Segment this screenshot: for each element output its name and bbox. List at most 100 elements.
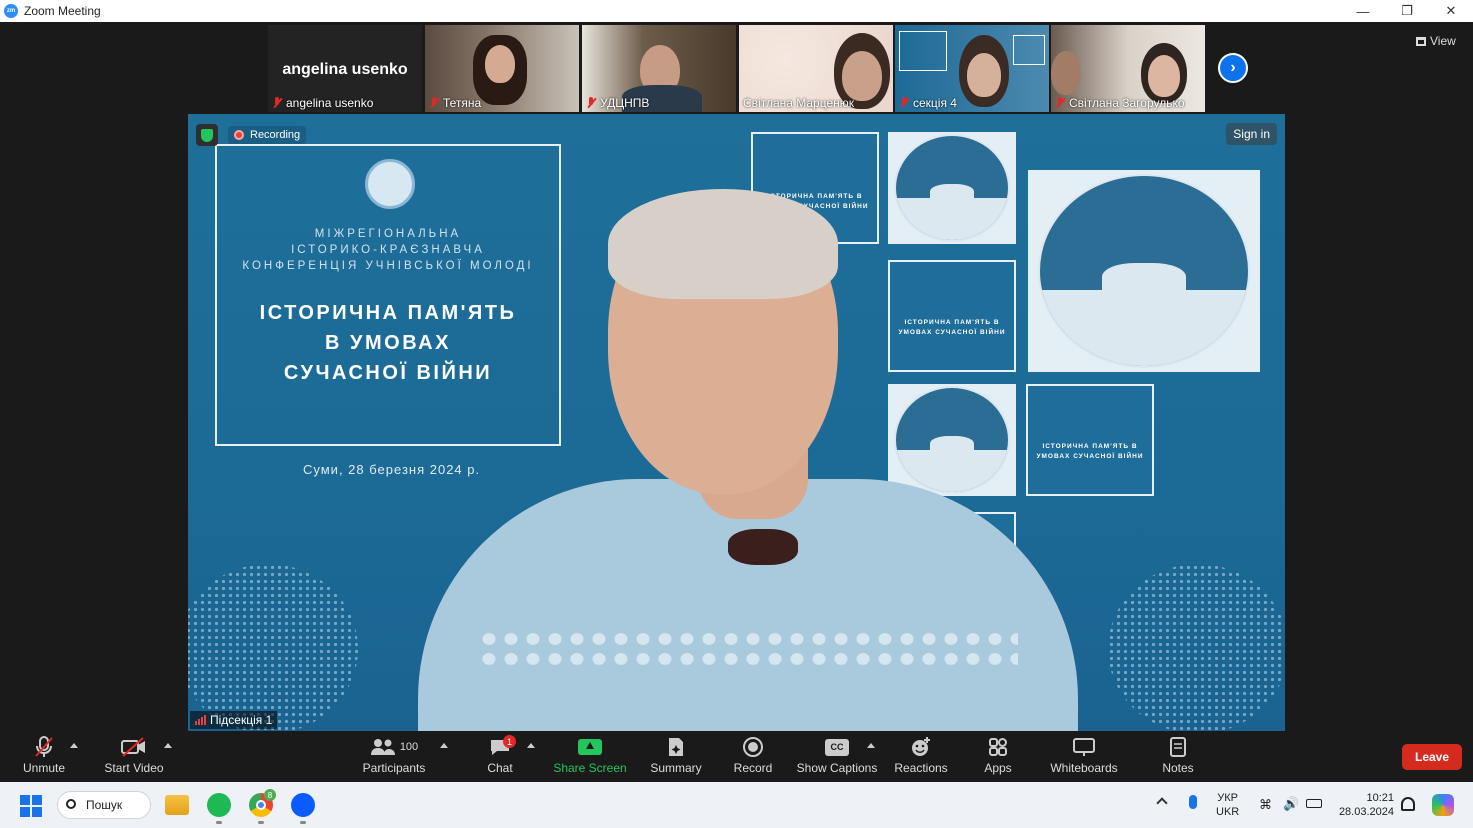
- unmute-label: Unmute: [22, 761, 66, 775]
- notifications-icon[interactable]: [1401, 797, 1415, 811]
- notes-button[interactable]: Notes: [1160, 734, 1196, 775]
- signal-bars-icon: [195, 715, 206, 725]
- battery-icon[interactable]: [1306, 799, 1322, 808]
- leave-button[interactable]: Leave: [1402, 744, 1462, 770]
- gallery-next-button[interactable]: ›: [1218, 53, 1248, 83]
- chat-options-caret[interactable]: [527, 743, 535, 748]
- active-speaker-video: МІЖРЕГІОНАЛЬНА ІСТОРИКО-КРАЄЗНАВЧА КОНФЕ…: [188, 114, 1285, 731]
- summary-button[interactable]: Summary: [649, 734, 703, 775]
- participants-options-caret[interactable]: [440, 743, 448, 748]
- recording-dot-icon: [234, 130, 244, 140]
- reactions-icon: [912, 737, 930, 756]
- language-indicator[interactable]: УКР UKR: [1216, 791, 1239, 819]
- participants-button[interactable]: 100 Participants: [362, 734, 426, 775]
- stork-emblem-icon: [1038, 174, 1250, 368]
- start-video-label: Start Video: [104, 761, 164, 775]
- video-options-caret[interactable]: [164, 743, 172, 748]
- show-captions-button[interactable]: CC Show Captions: [797, 734, 877, 775]
- participants-count: 100: [399, 741, 419, 753]
- microphone-tray-icon[interactable]: [1189, 795, 1197, 809]
- participant-tile[interactable]: Світлана Загорулько: [1051, 25, 1205, 112]
- subsession-label: Підсекція 1: [190, 711, 278, 729]
- sign-in-button[interactable]: Sign in: [1226, 123, 1277, 145]
- copilot-icon[interactable]: [1432, 794, 1454, 816]
- apps-button[interactable]: Apps: [982, 734, 1014, 775]
- clock-time: 10:21: [1366, 792, 1394, 804]
- participant-tile[interactable]: angelina usenko angelina usenko: [268, 25, 422, 112]
- apps-label: Apps: [984, 761, 1012, 775]
- school-logo-icon: [365, 159, 415, 209]
- mic-muted-icon: [1055, 97, 1065, 109]
- mic-muted-icon: [272, 97, 282, 109]
- participant-tile[interactable]: Світлана Марценюк: [739, 25, 893, 112]
- captions-options-caret[interactable]: [867, 743, 875, 748]
- os-taskbar: Пошук 8 УКР UKR ⌘ 🔊 10:21 28.03.2024: [0, 782, 1473, 828]
- security-shield-icon[interactable]: [196, 124, 218, 146]
- audio-options-caret[interactable]: [70, 743, 78, 748]
- share-screen-button[interactable]: Share Screen: [553, 734, 627, 775]
- window-controls: — ❐ ✕: [1341, 0, 1473, 22]
- participant-name: Світлана Загорулько: [1069, 96, 1185, 110]
- system-clock[interactable]: 10:21 28.03.2024: [1334, 791, 1394, 819]
- wifi-icon[interactable]: ⌘: [1259, 797, 1272, 813]
- minimize-icon[interactable]: —: [1341, 0, 1385, 22]
- record-icon: [743, 737, 763, 757]
- view-label: View: [1430, 34, 1456, 48]
- show-captions-label: Show Captions: [796, 761, 878, 775]
- mic-muted-icon: [429, 97, 439, 109]
- reactions-button[interactable]: Reactions: [894, 734, 948, 775]
- participant-name: Тетяна: [443, 96, 482, 110]
- speaker-video: [418, 189, 1078, 731]
- participant-name: УДЦНПВ: [600, 96, 650, 110]
- participant-name: секція 4: [913, 96, 957, 110]
- start-video-button[interactable]: Start Video: [103, 734, 165, 775]
- chat-label: Chat: [487, 761, 513, 775]
- window-title: Zoom Meeting: [24, 4, 101, 18]
- whiteboard-icon: [1073, 738, 1095, 756]
- chrome-icon[interactable]: 8: [249, 789, 276, 817]
- language-bottom: UKR: [1216, 806, 1240, 818]
- participant-tile[interactable]: УДЦНПВ: [582, 25, 736, 112]
- subsession-name: Підсекція 1: [210, 713, 273, 727]
- maximize-icon[interactable]: ❐: [1385, 0, 1429, 22]
- meeting-toolbar: Unmute Start Video 100 Participants 1 Ch…: [0, 731, 1473, 782]
- mic-muted-icon: [586, 97, 596, 109]
- close-icon[interactable]: ✕: [1429, 0, 1473, 22]
- participants-icon: [370, 739, 395, 755]
- taskbar-search[interactable]: Пошук: [57, 791, 151, 819]
- recording-label: Recording: [250, 129, 301, 141]
- zoom-app-icon: zm: [4, 4, 18, 18]
- language-top: УКР: [1217, 792, 1238, 804]
- view-button[interactable]: View: [1416, 34, 1456, 48]
- recording-indicator[interactable]: Recording: [228, 126, 307, 144]
- tray-expand-icon[interactable]: [1156, 797, 1168, 809]
- captions-icon: CC: [825, 738, 849, 756]
- search-icon: [66, 799, 76, 809]
- notes-label: Notes: [1162, 761, 1194, 775]
- search-label: Пошук: [86, 798, 123, 812]
- participants-label: Participants: [362, 761, 426, 775]
- windows-start-icon[interactable]: [20, 795, 42, 817]
- chat-button[interactable]: 1 Chat: [486, 734, 516, 775]
- chat-badge: 1: [503, 735, 516, 748]
- spotify-icon[interactable]: [207, 793, 231, 817]
- chrome-badge: 8: [264, 789, 276, 801]
- reactions-label: Reactions: [894, 761, 948, 775]
- participant-tile[interactable]: секція 4: [895, 25, 1049, 112]
- summary-label: Summary: [650, 761, 702, 775]
- participant-name: angelina usenko: [286, 96, 374, 110]
- participant-tile[interactable]: Тетяна: [425, 25, 579, 112]
- notes-icon: [1170, 737, 1186, 757]
- unmute-button[interactable]: Unmute: [22, 734, 66, 775]
- volume-icon[interactable]: 🔊: [1283, 796, 1299, 812]
- record-button[interactable]: Record: [733, 734, 773, 775]
- whiteboards-button[interactable]: Whiteboards: [1048, 734, 1120, 775]
- participant-gallery: angelina usenko angelina usenko Тетяна У…: [0, 22, 1473, 114]
- grid-view-icon: [1416, 36, 1426, 46]
- window-titlebar: zm Zoom Meeting — ❐ ✕: [0, 0, 1473, 22]
- file-explorer-icon[interactable]: [165, 795, 189, 815]
- mic-muted-icon: [899, 97, 909, 109]
- zoom-taskbar-icon[interactable]: [291, 793, 315, 817]
- apps-icon: [989, 738, 1007, 756]
- chevron-right-icon: ›: [1230, 59, 1236, 76]
